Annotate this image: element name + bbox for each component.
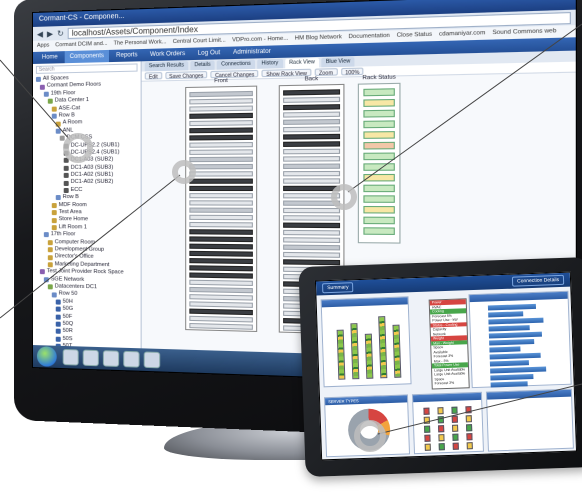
product-composite: Cormant-CS - Componen... ◀ ▶ ↻ localhost… (0, 0, 582, 494)
callout-line-rack (0, 174, 181, 319)
callout-ring-donut (354, 420, 386, 452)
callout-ring-rack (172, 160, 196, 184)
callout-ring-status (331, 184, 357, 210)
callout-lines (0, 23, 582, 452)
callout-ring-tree (63, 133, 93, 163)
callout-line-donut (377, 383, 582, 435)
callout-line-status (347, 23, 582, 193)
callout-line-tree (0, 59, 71, 141)
